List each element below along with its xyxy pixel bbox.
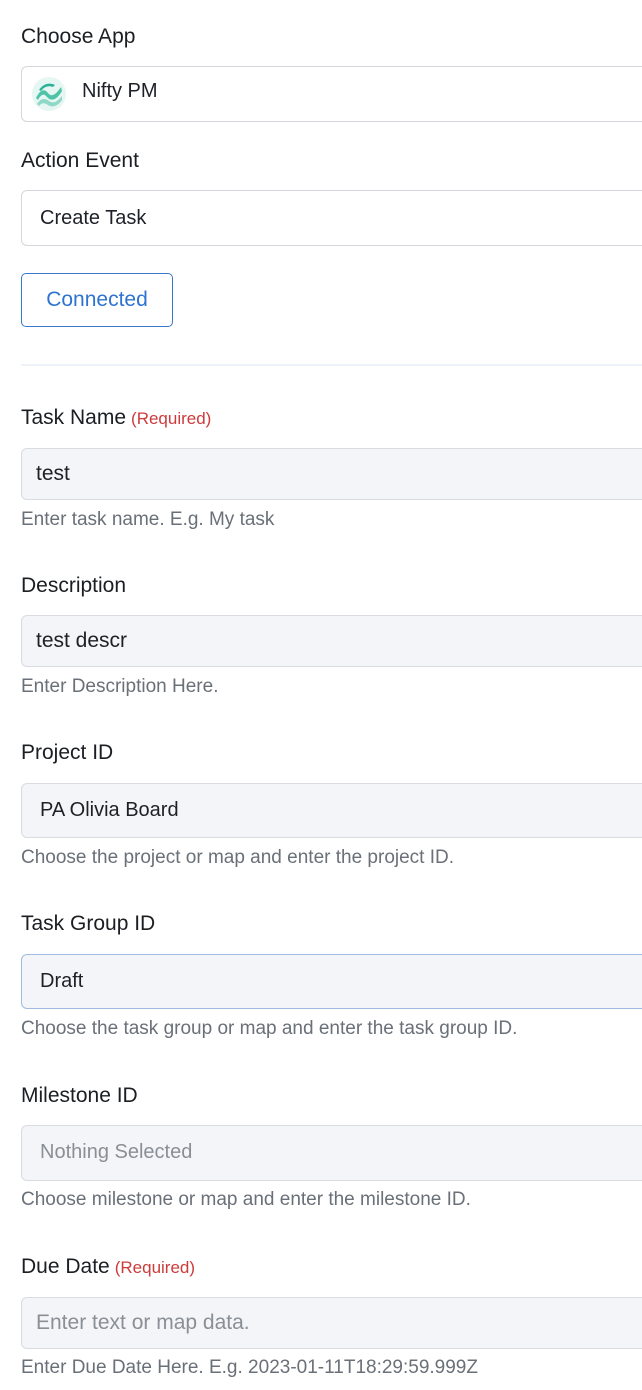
due-date-input[interactable]: Enter text or map data. [21, 1297, 642, 1349]
task-group-id-value: Draft [40, 970, 84, 992]
due-date-placeholder: Enter text or map data. [36, 1311, 250, 1334]
project-id-value: PA Olivia Board [40, 799, 179, 821]
project-id-help: Choose the project or map and enter the … [21, 847, 455, 868]
milestone-id-select[interactable]: Nothing Selected [21, 1125, 642, 1181]
task-name-input[interactable]: test [21, 448, 642, 500]
required-indicator: (Required) [114, 1258, 196, 1277]
due-date-label-text: Due Date [21, 1255, 110, 1278]
task-group-id-select[interactable]: Draft [21, 954, 642, 1009]
task-name-help: Enter task name. E.g. My task [21, 509, 275, 530]
due-date-label: Due Date (Required) [21, 1254, 195, 1281]
connected-button-label: Connected [46, 288, 148, 311]
choose-app-select[interactable]: Nifty PM [21, 66, 642, 122]
due-date-help: Enter Due Date Here. E.g. 2023-01-11T18:… [21, 1357, 478, 1378]
task-name-value: test [36, 462, 70, 485]
required-indicator: (Required) [131, 409, 212, 428]
milestone-id-placeholder: Nothing Selected [40, 1141, 193, 1163]
task-name-label-text: Task Name [21, 406, 127, 429]
task-name-label: Task Name (Required) [21, 405, 211, 432]
description-input[interactable]: test descr [21, 615, 642, 667]
task-group-id-help: Choose the task group or map and enter t… [21, 1018, 518, 1039]
description-label: Description [21, 574, 127, 597]
task-group-id-label: Task Group ID [21, 912, 156, 935]
milestone-id-help: Choose milestone or map and enter the mi… [21, 1189, 471, 1210]
section-divider [21, 364, 642, 366]
nifty-pm-logo-icon [32, 77, 66, 111]
choose-app-label: Choose App [21, 25, 136, 48]
connected-button[interactable]: Connected [21, 273, 173, 327]
description-value: test descr [36, 629, 128, 652]
action-event-select[interactable]: Create Task [21, 190, 642, 246]
project-id-select[interactable]: PA Olivia Board [21, 783, 642, 838]
milestone-id-label: Milestone ID [21, 1084, 138, 1107]
description-help: Enter Description Here. [21, 676, 219, 697]
project-id-label: Project ID [21, 741, 114, 764]
action-event-label: Action Event [21, 149, 139, 172]
choose-app-value: Nifty PM [82, 80, 158, 102]
action-event-value: Create Task [40, 207, 147, 229]
